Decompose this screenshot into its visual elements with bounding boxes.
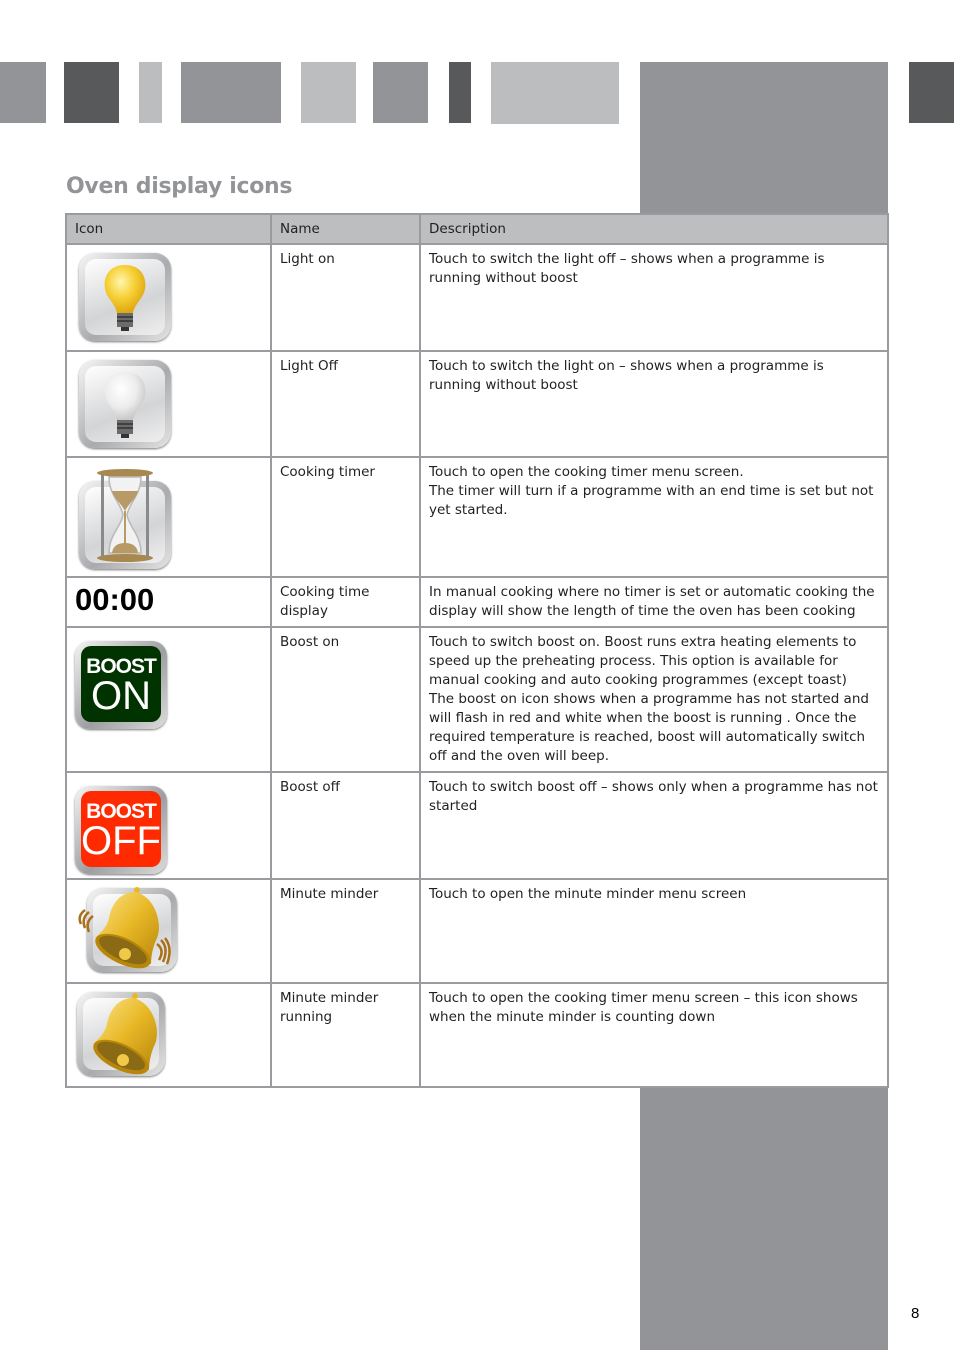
- icon-name: Minute minder running: [270, 982, 421, 1088]
- column-header-description: Description: [419, 213, 889, 245]
- header-block: [181, 62, 281, 123]
- column-header-icon: Icon: [65, 213, 272, 245]
- time-display: 00:00: [75, 582, 155, 617]
- boost-off-icon: BOOST OFF: [75, 786, 167, 874]
- icon-name: Cooking timer: [270, 456, 421, 578]
- icon-description: Touch to switch the light off – shows wh…: [419, 243, 889, 352]
- icon-name: Light Off: [270, 350, 421, 458]
- icon-name: Cooking time display: [270, 576, 421, 628]
- bell-icon: [77, 992, 165, 1076]
- icon-name: Minute minder: [270, 878, 421, 984]
- page-number: 8: [911, 1305, 920, 1322]
- header-block: [139, 62, 162, 123]
- table-row: Light Off Touch to switch the light on –…: [65, 350, 889, 458]
- header-block: [301, 62, 356, 123]
- page-title: Oven display icons: [66, 174, 293, 199]
- icon-description: Touch to switch the light on – shows whe…: [419, 350, 889, 458]
- table-header-row: Icon Name Description: [65, 213, 889, 245]
- header-block: [449, 62, 471, 123]
- header-block: [373, 62, 428, 123]
- table-row: Cooking timer Touch to open the cooking …: [65, 456, 889, 578]
- ringing-bell-icon: [78, 887, 177, 972]
- icon-description: Touch to open the minute minder menu scr…: [419, 878, 889, 984]
- column-header-name: Name: [270, 213, 421, 245]
- header-block: [0, 62, 46, 123]
- icon-description: Touch to switch boost on. Boost runs ext…: [419, 626, 889, 773]
- header-block: [909, 62, 954, 123]
- icon-name: Boost on: [270, 626, 421, 773]
- icon-description: In manual cooking where no timer is set …: [419, 576, 889, 628]
- table-row: Minute minder running Touch to open the …: [65, 982, 889, 1088]
- icon-description: Touch to open the cooking timer menu scr…: [419, 456, 889, 578]
- table-row: BOOST ON Boost on Touch to switch boost …: [65, 626, 889, 773]
- light-bulb-on-icon: [79, 253, 171, 341]
- hourglass-icon: [79, 469, 171, 569]
- light-bulb-off-icon: [79, 360, 171, 448]
- table-row: Minute minder Touch to open the minute m…: [65, 878, 889, 984]
- icon-name: Boost off: [270, 771, 421, 880]
- icon-description: Touch to open the cooking timer menu scr…: [419, 982, 889, 1088]
- icon-description: Touch to switch boost off – shows only w…: [419, 771, 889, 880]
- boost-on-icon: BOOST ON: [75, 641, 167, 729]
- header-block: [491, 62, 619, 124]
- table-row: BOOST OFF Boost off Touch to switch boos…: [65, 771, 889, 880]
- table-row: 00:00 Cooking time display In manual coo…: [65, 576, 889, 628]
- icon-name: Light on: [270, 243, 421, 352]
- header-block: [64, 62, 119, 123]
- table-row: Light on Touch to switch the light off –…: [65, 243, 889, 352]
- icons-table: Icon Name Description Light on Touch to …: [65, 213, 889, 1088]
